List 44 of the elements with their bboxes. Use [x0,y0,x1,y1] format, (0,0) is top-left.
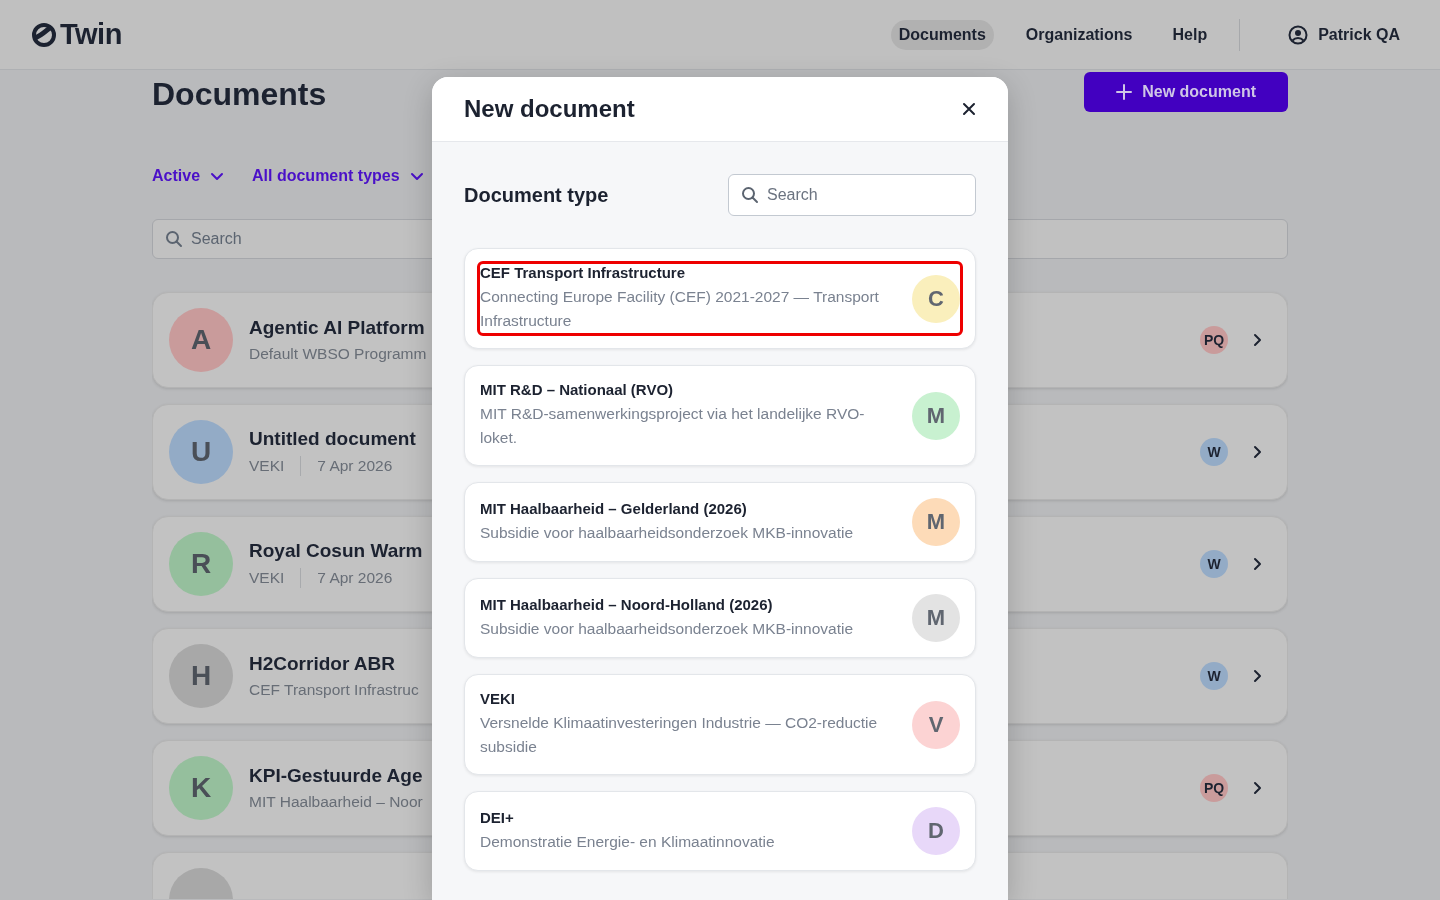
avatar: V [912,700,960,749]
avatar: H [169,644,233,708]
option-description: Subsidie voor haalbaarheidsonderzoek MKB-innovatie [480,618,855,639]
option-description: Demonstratie Energie- en Klimaatinnovatie [480,831,776,852]
avatar: M [912,391,960,440]
document-meta: 7 Apr 2026 [317,457,393,475]
option-description: Connecting Europe Facility (CEF) 2021-2027 — Transport Infrastructure [480,287,880,331]
document-meta: VEKI [249,569,285,587]
option-title: MIT R&D – Nationaal (RVO) [480,381,675,398]
owner-badge: W [1200,550,1228,578]
owner-badge: PQ [1200,326,1228,354]
document-meta: Default WBSO Programm [249,345,427,363]
avatar: M [912,498,960,546]
owner-badge: W [1200,438,1228,466]
document-title: H2Corridor ABR [249,653,396,675]
document-meta: CEF Transport Infrastruc [249,681,419,699]
avatar: R [169,532,233,596]
dialog-title: New document [464,95,635,123]
section-title: Document type [464,183,609,207]
option-title: VEKI [480,690,516,707]
option-description: Subsidie voor haalbaarheidsonderzoek MKB-innovatie [480,522,855,543]
document-meta: 7 Apr 2026 [317,569,393,587]
owner-badge: PQ [1200,774,1228,802]
avatar: A [169,308,233,372]
avatar: U [169,420,233,484]
document-title: Untitled document [249,428,416,450]
document-title: Agentic AI Platform [249,317,425,339]
avatar: D [912,807,960,855]
option-description: Versnelde Klimaatinvesteringen Industrie — CO2-reductie subsidie [480,713,879,757]
option-description: MIT R&D-samenwerkingsproject via het landelijke RVO-loket. [480,404,866,448]
option-title: MIT Haalbaarheid – Gelderland (2026) [480,499,748,517]
document-meta: MIT Haalbaarheid – Noor [249,793,423,811]
option-title: DEI+ [480,808,515,826]
avatar: K [169,756,233,820]
avatar: C [912,274,960,323]
option-title: MIT Haalbaarheid – Noord-Holland (2026) [480,595,774,613]
document-meta: VEKI [249,457,285,475]
document-title: Royal Cosun Warm [249,540,423,562]
page-title: Documents [152,76,327,113]
owner-badge: W [1200,662,1228,690]
avatar: M [912,594,960,642]
document-title: KPI-Gestuurde Age [249,765,423,787]
logo: Twin [60,18,122,51]
option-title: CEF Transport Infrastructure [480,264,687,281]
